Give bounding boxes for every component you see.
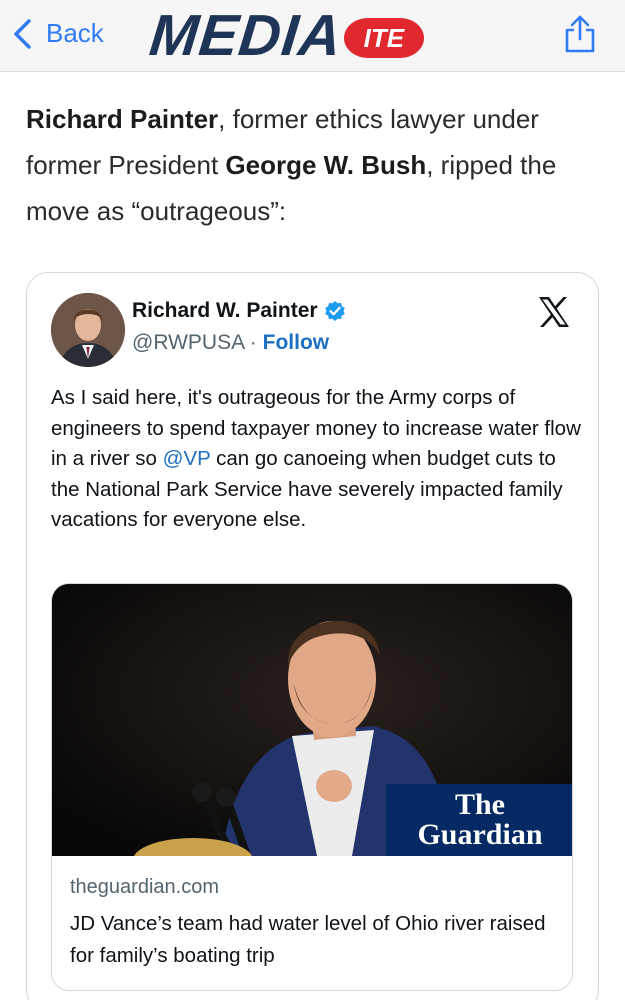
x-logo-icon[interactable] [536, 295, 572, 329]
verified-badge-icon [324, 301, 345, 321]
embedded-tweet[interactable]: Richard W. Painter @RWPUSA · Follow As I… [26, 272, 599, 1000]
author-avatar[interactable] [51, 293, 125, 367]
back-button[interactable]: Back [12, 18, 104, 49]
handle-row: @RWPUSA · Follow [132, 331, 329, 355]
share-icon[interactable] [563, 14, 597, 54]
guardian-badge-line1: The [454, 788, 505, 821]
chevron-left-icon [14, 18, 31, 49]
link-title[interactable]: JD Vance’s team had water level of Ohio … [70, 908, 560, 972]
guardian-badge: The Guardian [386, 784, 572, 856]
author-name[interactable]: Richard W. Painter [132, 299, 346, 323]
author-handle[interactable]: @RWPUSA [132, 331, 244, 354]
link-domain: theguardian.com [70, 876, 219, 898]
tweet-text: As I said here, it's outrageous for the … [51, 383, 581, 536]
follow-button[interactable]: Follow [263, 331, 330, 354]
link-preview-image: The Guardian [52, 584, 572, 856]
back-label: Back [46, 18, 104, 48]
article-name-painter: Richard Painter [26, 104, 219, 134]
mention-link[interactable]: @VP [163, 447, 211, 470]
logo-main-text: MEDIA [146, 3, 346, 68]
logo-badge: ITE [343, 18, 424, 58]
article-name-bush: George W. Bush [225, 150, 427, 180]
article-paragraph: Richard Painter, former ethics lawyer un… [26, 96, 606, 234]
link-preview-card[interactable]: The Guardian theguardian.com JD Vance’s … [51, 583, 573, 991]
top-nav-bar: Back MEDIA ITE [0, 0, 625, 72]
site-logo[interactable]: MEDIA ITE [146, 3, 424, 68]
author-name-text: Richard W. Painter [132, 299, 318, 322]
handle-separator: · [249, 331, 257, 354]
guardian-badge-line2: Guardian [417, 818, 543, 851]
